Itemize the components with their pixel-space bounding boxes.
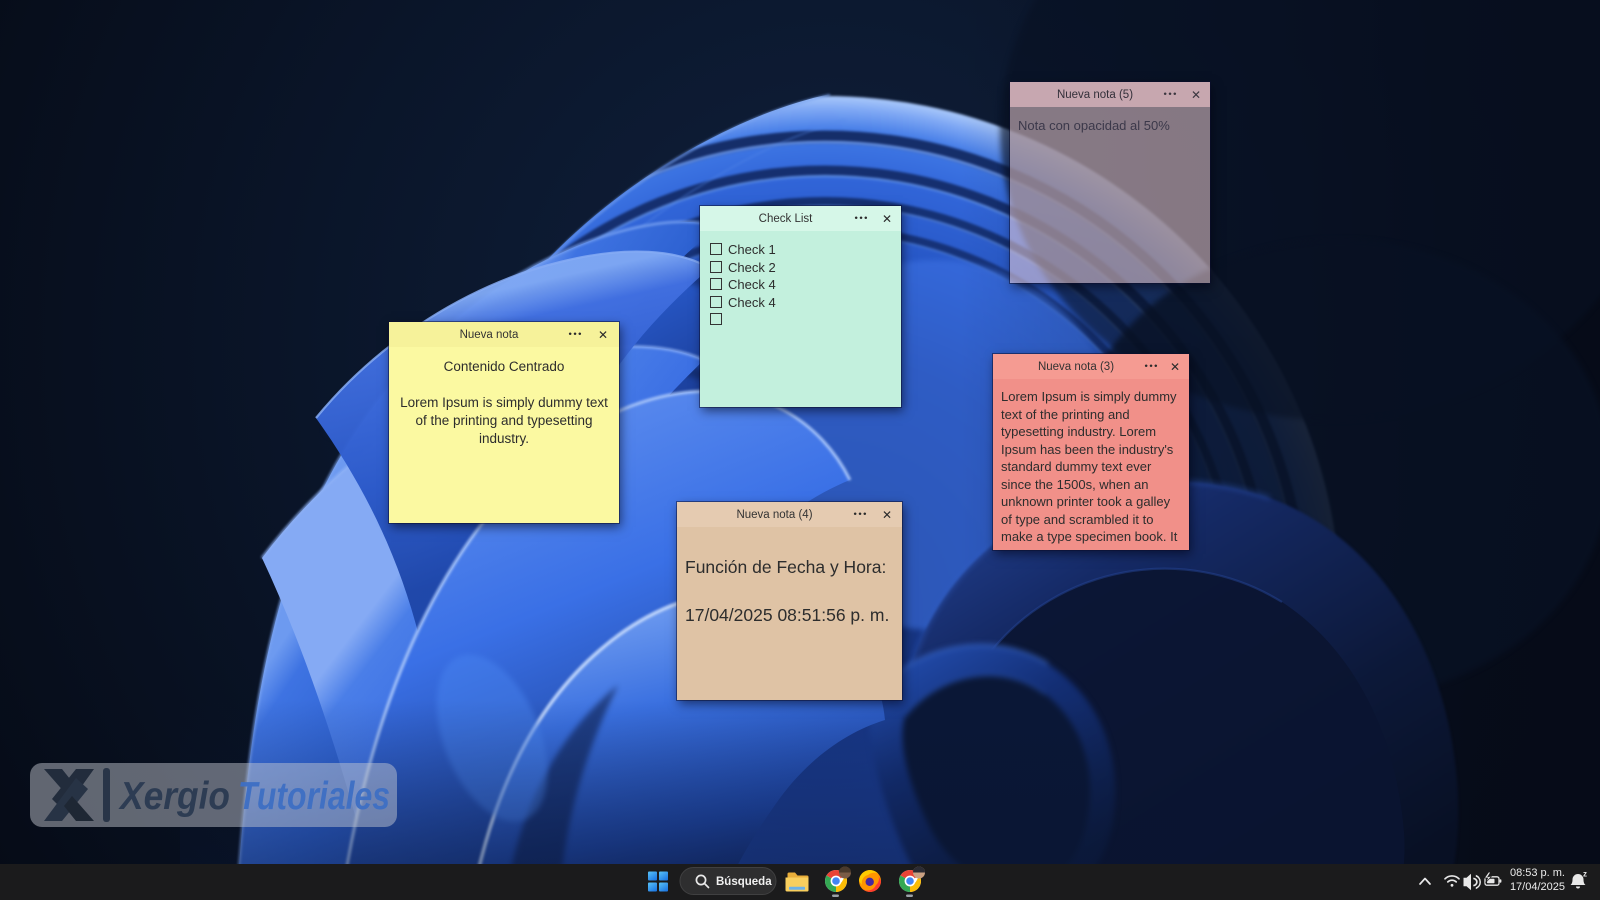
svg-text:Búsqueda: Búsqueda: [716, 876, 772, 888]
svg-text:Tutoriales: Tutoriales: [238, 775, 390, 818]
svg-text:z: z: [1583, 870, 1587, 879]
svg-text:Xergio: Xergio: [118, 775, 230, 818]
